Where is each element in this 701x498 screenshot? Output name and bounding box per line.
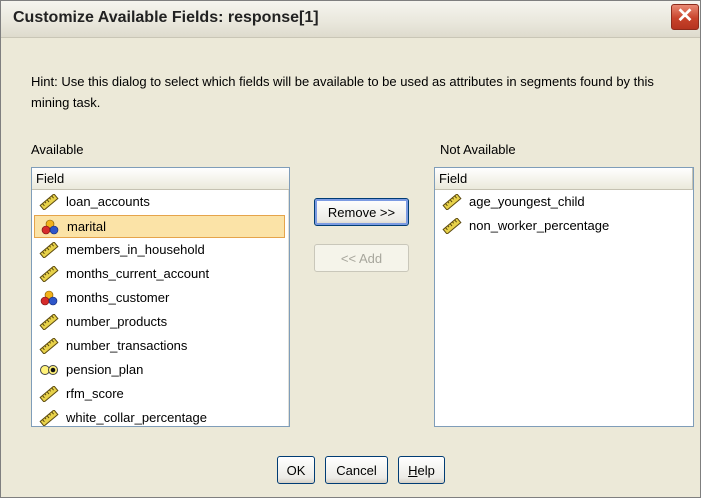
field-name: pension_plan xyxy=(66,362,144,377)
flag-icon xyxy=(39,362,59,378)
field-name: number_products xyxy=(66,314,168,329)
ruler-icon xyxy=(442,217,462,235)
available-list-item[interactable]: number_transactions xyxy=(34,335,285,358)
help-button[interactable]: Help xyxy=(398,456,445,484)
ruler-icon xyxy=(39,193,59,211)
ok-button[interactable]: OK xyxy=(277,456,315,484)
close-button[interactable]: ✕ xyxy=(671,4,699,30)
field-name: white_collar_percentage xyxy=(66,410,207,425)
available-label: Available xyxy=(31,142,84,157)
field-name: non_worker_percentage xyxy=(469,218,610,233)
scroll-up-button[interactable] xyxy=(289,190,290,207)
available-list-item[interactable]: marital xyxy=(34,215,285,238)
customize-fields-dialog: Customize Available Fields: response[1] … xyxy=(0,0,701,498)
scroll-thumb[interactable] xyxy=(289,208,290,342)
available-list-item[interactable]: white_collar_percentage xyxy=(34,407,285,426)
ruler-icon xyxy=(39,385,59,403)
available-field-header[interactable]: Field xyxy=(32,168,289,190)
available-list-item[interactable]: pension_plan xyxy=(34,359,285,382)
field-name: loan_accounts xyxy=(66,194,150,209)
field-name: marital xyxy=(67,219,107,234)
close-icon: ✕ xyxy=(676,5,694,27)
nominal-icon xyxy=(39,290,59,306)
available-list-item[interactable]: months_customer xyxy=(34,287,285,310)
dialog-title: Customize Available Fields: response[1] xyxy=(13,9,319,26)
not-available-list[interactable]: Field age_youngest_child non_worker_perce… xyxy=(434,167,694,427)
field-name: months_customer xyxy=(66,290,170,305)
ruler-icon xyxy=(39,337,59,355)
available-list-item[interactable]: members_in_household xyxy=(34,239,285,262)
field-name: age_youngest_child xyxy=(469,194,585,209)
not-available-list-item[interactable]: age_youngest_child xyxy=(437,191,691,214)
available-list-item[interactable]: loan_accounts xyxy=(34,191,285,214)
remove-button[interactable]: Remove >> xyxy=(314,198,409,226)
ruler-icon xyxy=(442,193,462,211)
not-available-label: Not Available xyxy=(440,142,516,157)
cancel-button[interactable]: Cancel xyxy=(325,456,388,484)
ruler-icon xyxy=(39,313,59,331)
hint-text: Hint: Use this dialog to select which fi… xyxy=(31,74,654,110)
field-name: months_current_account xyxy=(66,266,210,281)
help-mnemonic: H xyxy=(408,462,418,478)
ruler-icon xyxy=(39,409,59,426)
field-name: rfm_score xyxy=(66,386,124,401)
ruler-icon xyxy=(39,265,59,283)
not-available-field-header[interactable]: Field xyxy=(435,168,693,190)
nominal-icon xyxy=(40,219,60,235)
add-button[interactable]: << Add xyxy=(314,244,409,272)
field-name: number_transactions xyxy=(66,338,188,353)
title-bar[interactable]: Customize Available Fields: response[1] … xyxy=(1,1,700,38)
available-list-item[interactable]: rfm_score xyxy=(34,383,285,406)
available-list-item[interactable]: months_current_account xyxy=(34,263,285,286)
not-available-list-item[interactable]: non_worker_percentage xyxy=(437,215,691,238)
available-list[interactable]: Field loan_accountsmarital members_in_hou… xyxy=(31,167,290,427)
available-scrollbar[interactable] xyxy=(288,190,290,427)
available-list-item[interactable]: number_products xyxy=(34,311,285,334)
scroll-down-button[interactable] xyxy=(289,411,290,427)
field-name: members_in_household xyxy=(66,242,205,257)
ruler-icon xyxy=(39,241,59,259)
help-label-rest: elp xyxy=(417,462,435,478)
